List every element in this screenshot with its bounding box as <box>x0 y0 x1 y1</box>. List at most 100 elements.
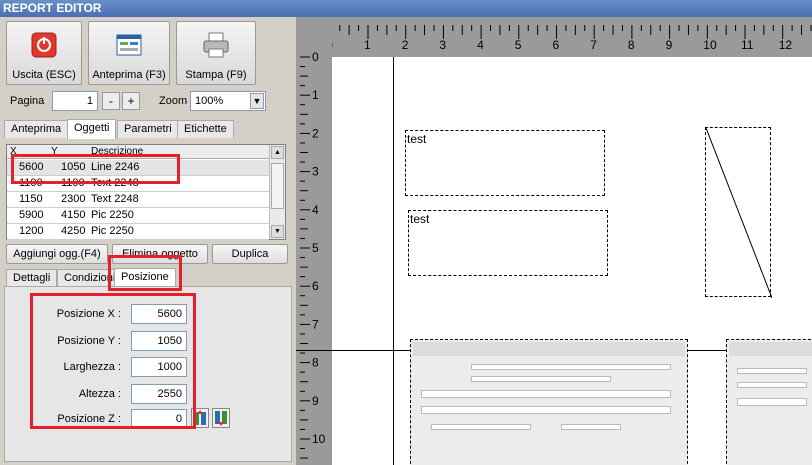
cell-x: 1150 <box>19 193 43 205</box>
picture-field <box>431 424 531 430</box>
scroll-down-icon[interactable]: ▼ <box>271 225 284 238</box>
print-button[interactable]: Stampa (F9) <box>176 21 256 85</box>
report-page[interactable]: test test <box>296 57 812 465</box>
page-next-button[interactable]: + <box>122 92 140 110</box>
tab-parametri[interactable]: Parametri <box>117 120 179 138</box>
text-object-1[interactable]: test <box>405 130 605 196</box>
h-ruler-label: 3 <box>439 38 446 52</box>
table-row[interactable]: 5600 1050 Line 2246 <box>7 160 269 176</box>
position-panel: Posizione X : 5600 Posizione Y : 1050 La… <box>4 286 292 462</box>
page-prev-button[interactable]: - <box>102 92 120 110</box>
objects-table: X Y Descrizione 5600 1050 Line 2246 1100… <box>6 144 286 240</box>
power-icon <box>31 32 57 58</box>
h-ruler-label: 2 <box>402 38 409 52</box>
h-ruler-label: 11 <box>741 38 754 52</box>
page-input[interactable]: 1 <box>52 91 98 111</box>
delete-object-button[interactable]: Elimina oggetto <box>112 244 208 264</box>
width-label: Larghezza : <box>63 361 121 373</box>
picture-field <box>471 376 611 382</box>
picture-field <box>737 382 807 388</box>
layer-up-icon <box>194 410 206 425</box>
zoom-select[interactable]: 100% ▼ <box>190 91 266 111</box>
text-object-2-label: test <box>410 212 430 226</box>
height-label: Altezza : <box>78 388 121 400</box>
cell-desc: Line 2246 <box>91 161 140 173</box>
height-input[interactable]: 2550 <box>131 384 187 404</box>
zoom-label: Zoom <box>159 95 188 107</box>
v-ruler-label: 7 <box>312 317 319 331</box>
table-row[interactable]: 1100 1100 Text 2248 <box>7 176 269 192</box>
v-ruler-label: 6 <box>312 279 319 293</box>
horizontal-ruler-ticks: 0123456789101112 <box>326 25 812 52</box>
zoom-value: 100% <box>195 95 224 107</box>
cell-desc: Text 2248 <box>91 177 139 189</box>
cell-x: 1200 <box>19 225 44 237</box>
cell-y: 4150 <box>61 209 86 221</box>
print-label: Stampa (F9) <box>185 69 247 81</box>
v-ruler-label: 10 <box>312 432 326 446</box>
tab-dettagli[interactable]: Dettagli <box>6 269 58 287</box>
duplicate-button[interactable]: Duplica <box>212 244 288 264</box>
table-row[interactable]: 1200 4250 Pic 2250 <box>7 224 269 240</box>
v-ruler-label: 4 <box>312 203 319 217</box>
diagonal-line <box>706 128 772 298</box>
horizontal-ruler: 0123456789101112 <box>296 17 812 57</box>
picture-object-2[interactable] <box>726 339 812 465</box>
h-ruler-label: 7 <box>590 38 597 52</box>
exit-button[interactable]: Uscita (ESC) <box>6 21 82 85</box>
cell-x: 5900 <box>19 209 44 221</box>
v-ruler-label: 1 <box>312 88 319 102</box>
col-header-desc: Descrizione <box>91 146 144 157</box>
pos-z-input[interactable]: 0 <box>131 409 187 429</box>
tab-etichette[interactable]: Etichette <box>177 120 234 138</box>
picture-field <box>421 406 671 414</box>
scroll-thumb[interactable] <box>271 163 284 209</box>
picture-field <box>561 424 621 430</box>
tab-posizione[interactable]: Posizione <box>114 268 176 288</box>
main-tabs: Anteprima Oggetti Parametri Etichette <box>4 119 294 139</box>
send-back-button[interactable] <box>212 408 230 428</box>
table-row[interactable]: 5900 4150 Pic 2250 <box>7 208 269 224</box>
v-ruler-label: 8 <box>312 356 319 370</box>
width-input[interactable]: 1000 <box>131 357 187 377</box>
tab-condizioni[interactable]: Condizioni <box>57 269 123 287</box>
picture-object-1[interactable] <box>410 339 688 465</box>
pos-x-input[interactable]: 5600 <box>131 304 187 324</box>
v-ruler-label: 2 <box>312 126 319 140</box>
cell-desc: Pic 2250 <box>91 225 134 237</box>
col-header-x: X <box>10 146 17 157</box>
chevron-down-icon[interactable]: ▼ <box>250 93 264 109</box>
tab-anteprima[interactable]: Anteprima <box>4 120 69 138</box>
tab-oggetti[interactable]: Oggetti <box>67 119 117 139</box>
picture-field <box>737 368 807 374</box>
cell-desc: Text 2248 <box>91 193 139 205</box>
vertical-ruler: 0 1 2 3 4 5 6 7 8 9 10 <box>296 17 332 465</box>
preview-button[interactable]: Anteprima (F3) <box>88 21 170 85</box>
h-ruler-label: 12 <box>779 38 793 52</box>
exit-label: Uscita (ESC) <box>12 69 76 81</box>
table-scrollbar[interactable]: ▲ ▼ <box>269 145 285 239</box>
line-object[interactable] <box>705 127 772 298</box>
h-ruler-label: 8 <box>628 38 635 52</box>
v-ruler-label: 0 <box>312 50 319 64</box>
report-canvas-area: 0123456789101112 012345678910 test test <box>296 17 812 465</box>
preview-icon <box>116 34 142 56</box>
add-object-button[interactable]: Aggiungi ogg.(F4) <box>6 244 108 264</box>
cell-y: 1100 <box>61 177 85 189</box>
h-ruler-label: 10 <box>703 38 717 52</box>
window-title: REPORT EDITOR <box>0 0 812 17</box>
vertical-ruler-ticks: 0 1 2 3 4 5 6 7 8 9 10 <box>300 50 326 459</box>
table-row[interactable]: 1150 2300 Text 2248 <box>7 192 269 208</box>
picture-toolbar <box>729 342 812 356</box>
pos-y-input[interactable]: 1050 <box>131 331 187 351</box>
bring-front-button[interactable] <box>191 408 209 428</box>
scroll-up-icon[interactable]: ▲ <box>271 146 284 159</box>
h-ruler-label: 6 <box>553 38 560 52</box>
h-ruler-label: 1 <box>364 38 371 52</box>
cell-desc: Pic 2250 <box>91 209 134 221</box>
pos-z-label: Posizione Z : <box>57 413 121 425</box>
cell-y: 1050 <box>61 161 86 173</box>
text-object-2[interactable]: test <box>408 210 608 276</box>
pos-y-label: Posizione Y : <box>57 335 121 347</box>
table-header: X Y Descrizione <box>7 145 269 159</box>
